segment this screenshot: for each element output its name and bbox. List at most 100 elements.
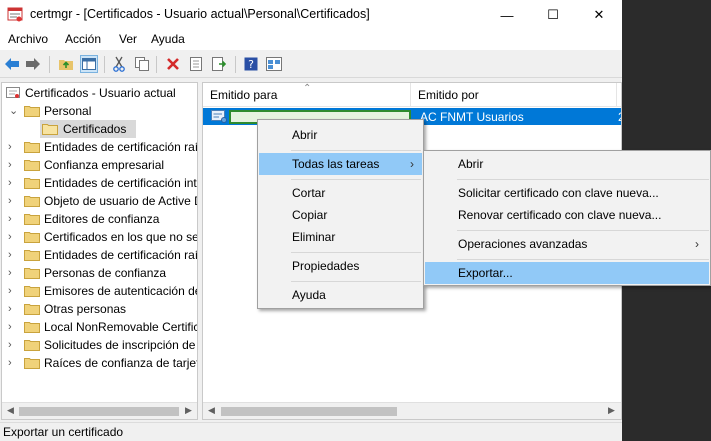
submenu-item-solicitar-certificado[interactable]: Solicitar certificado con clave nueva...: [425, 182, 709, 204]
export-list-button[interactable]: [210, 55, 228, 73]
menu-archivo[interactable]: Archivo: [8, 32, 48, 46]
folder-icon: [24, 340, 40, 351]
menu-item-label: Exportar...: [458, 266, 513, 280]
chevron-right-icon[interactable]: ›: [8, 318, 12, 336]
tree-item[interactable]: › Solicitudes de inscripción de: [2, 336, 197, 354]
back-arrow-icon: [5, 58, 19, 70]
submenu-item-exportar[interactable]: Exportar...: [425, 262, 709, 284]
submenu-item-abrir[interactable]: Abrir: [425, 153, 709, 175]
chevron-right-icon[interactable]: ›: [8, 156, 12, 174]
context-menu-item-eliminar[interactable]: Eliminar: [259, 226, 422, 248]
up-folder-icon: [59, 60, 73, 70]
context-menu-item-copiar[interactable]: Copiar: [259, 204, 422, 226]
chevron-right-icon[interactable]: ›: [8, 264, 12, 282]
folder-icon: [24, 196, 40, 207]
status-text: Exportar un certificado: [3, 425, 124, 439]
chevron-right-icon[interactable]: ›: [8, 228, 12, 246]
tree-item[interactable]: › Entidades de certificación int: [2, 174, 197, 192]
submenu-item-renovar-certificado[interactable]: Renovar certificado con clave nueva...: [425, 204, 709, 226]
cut-icon: [113, 56, 125, 72]
context-menu-item-cortar[interactable]: Cortar: [259, 182, 422, 204]
tree-item-label: Certificados en los que no se: [44, 230, 198, 244]
tree-root[interactable]: Certificados - Usuario actual: [2, 84, 197, 102]
folder-open-icon: [24, 106, 40, 117]
menu-ayuda[interactable]: Ayuda: [151, 32, 185, 46]
list-horizontal-scrollbar[interactable]: ◀ ▶: [203, 402, 621, 419]
tree-horizontal-scrollbar[interactable]: ◀ ▶: [2, 402, 197, 419]
menu-bar: Archivo Acción Ver Ayuda: [0, 30, 622, 50]
submenu-item-operaciones-avanzadas[interactable]: Operaciones avanzadas ›: [425, 233, 709, 255]
delete-button[interactable]: [164, 55, 182, 73]
folder-icon: [24, 160, 40, 171]
close-button[interactable]: ✕: [576, 0, 622, 30]
tree-root-label: Certificados - Usuario actual: [25, 86, 176, 100]
tree-item[interactable]: › Editores de confianza: [2, 210, 197, 228]
tree-item-label: Entidades de certificación raí: [44, 140, 198, 154]
export-list-icon: [212, 57, 227, 71]
tree-item[interactable]: › Local NonRemovable Certific: [2, 318, 197, 336]
scroll-left-icon[interactable]: ◀: [7, 405, 14, 416]
properties-button[interactable]: [187, 55, 205, 73]
tree-item[interactable]: › Otras personas: [2, 300, 197, 318]
context-menu-item-abrir[interactable]: Abrir: [259, 124, 422, 146]
delete-icon: [167, 58, 179, 70]
help-icon: ?: [244, 57, 258, 71]
help-button[interactable]: ?: [242, 55, 260, 73]
menu-ver[interactable]: Ver: [119, 32, 137, 46]
chevron-right-icon[interactable]: ›: [8, 192, 12, 210]
tree-item[interactable]: › Entidades de certificación raí: [2, 138, 198, 156]
mmc-view-button[interactable]: [265, 55, 283, 73]
tree-item[interactable]: › Raíces de confianza de tarjeta: [2, 354, 197, 372]
chevron-right-icon[interactable]: ›: [8, 246, 12, 264]
scroll-right-icon[interactable]: ▶: [185, 405, 192, 416]
up-level-button[interactable]: [57, 55, 75, 73]
tree-item-label: Entidades de certificación int: [44, 176, 197, 190]
tree-item[interactable]: › Emisores de autenticación de: [2, 282, 197, 300]
chevron-right-icon[interactable]: ›: [8, 174, 12, 192]
chevron-right-icon[interactable]: ›: [8, 210, 12, 228]
close-icon: ✕: [593, 7, 605, 22]
cut-button[interactable]: [110, 55, 128, 73]
tree-item[interactable]: › Personas de confianza: [2, 264, 197, 282]
tree-item-certificados[interactable]: Certificados: [40, 120, 136, 138]
scrollbar-thumb[interactable]: [19, 407, 179, 416]
sort-up-icon: ⌃: [303, 83, 312, 94]
maximize-icon: ☐: [547, 7, 559, 22]
tree-item[interactable]: › Certificados en los que no se: [2, 228, 198, 246]
scroll-right-icon[interactable]: ▶: [608, 405, 615, 416]
context-menu-item-todas-las-tareas[interactable]: Todas las tareas ›: [259, 153, 422, 175]
folder-icon: [24, 250, 40, 261]
chevron-right-icon[interactable]: ›: [8, 300, 12, 318]
folder-icon: [42, 124, 58, 135]
chevron-right-icon[interactable]: ›: [8, 282, 12, 300]
back-button[interactable]: [3, 55, 21, 73]
show-hide-tree-icon: [82, 58, 96, 70]
copy-button[interactable]: [133, 55, 151, 73]
maximize-button[interactable]: ☐: [530, 0, 576, 30]
tree-item[interactable]: › Entidades de certificación raí: [2, 246, 197, 264]
context-menu-item-propiedades[interactable]: Propiedades: [259, 255, 422, 277]
menu-item-label: Cortar: [292, 186, 326, 200]
title-bar[interactable]: certmgr - [Certificados - Usuario actual…: [0, 0, 622, 30]
tree-item-personal[interactable]: ⌄ Personal: [2, 102, 197, 120]
menu-item-label: Solicitar certificado con clave nueva...: [458, 186, 659, 200]
tree-pane[interactable]: Certificados - Usuario actual ⌄ Personal…: [1, 82, 198, 420]
minimize-button[interactable]: —: [484, 0, 530, 30]
tree-item-label: Editores de confianza: [44, 212, 160, 226]
scrollbar-thumb[interactable]: [221, 407, 397, 416]
chevron-right-icon[interactable]: ›: [8, 336, 12, 354]
menu-accion[interactable]: Acción: [65, 32, 101, 46]
tree-item[interactable]: › Objeto de usuario de Active D: [2, 192, 197, 210]
context-menu-item-ayuda[interactable]: Ayuda: [259, 284, 422, 306]
column-header-issued-by[interactable]: Emitido por: [411, 83, 617, 107]
show-hide-tree-button[interactable]: [80, 55, 98, 73]
chevron-right-icon[interactable]: ›: [8, 138, 12, 156]
chevron-down-icon[interactable]: ⌄: [9, 102, 18, 120]
tree-item[interactable]: › Confianza empresarial: [2, 156, 197, 174]
chevron-right-icon[interactable]: ›: [8, 354, 12, 372]
column-header-issued-to[interactable]: ⌃ Emitido para: [203, 83, 411, 107]
tree-item-label: Personas de confianza: [44, 266, 167, 280]
menu-item-label: Renovar certificado con clave nueva...: [458, 208, 662, 222]
forward-button[interactable]: [24, 55, 42, 73]
scroll-left-icon[interactable]: ◀: [208, 405, 215, 416]
